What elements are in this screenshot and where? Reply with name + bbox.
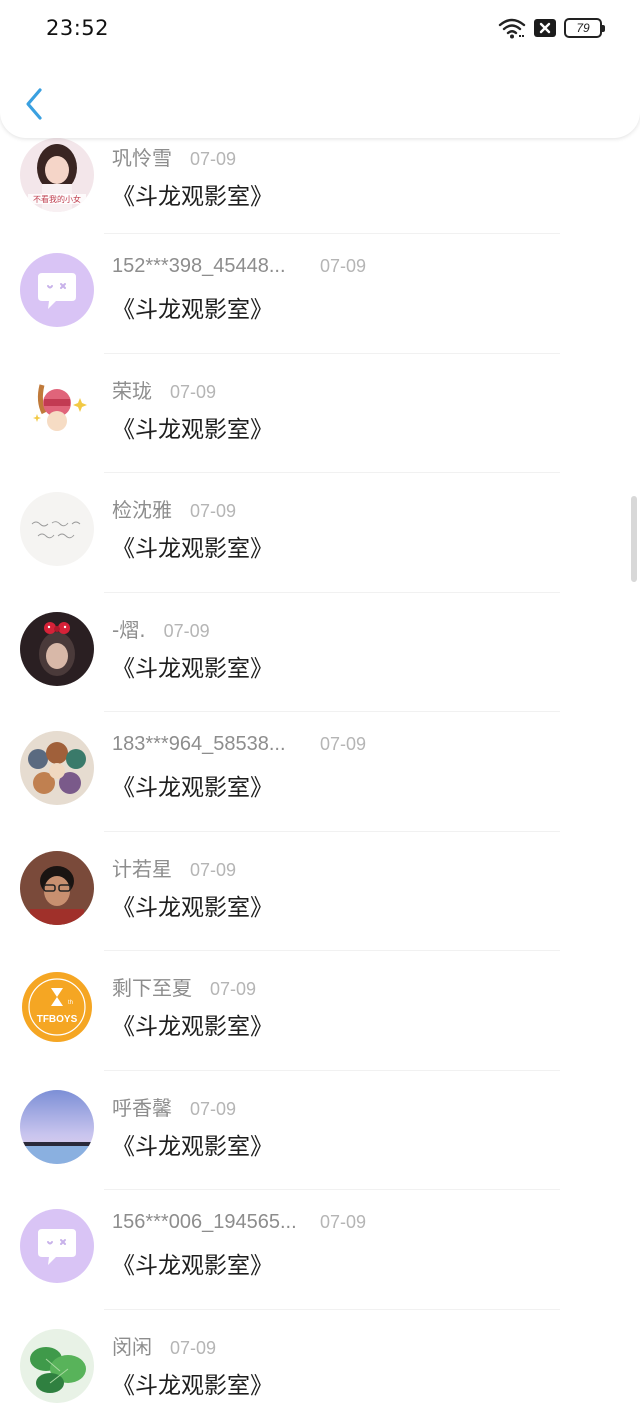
svg-text:TFBOYS: TFBOYS [37,1014,78,1025]
member-name: 计若星 [112,856,172,881]
top-header: 23:52 79 [0,0,640,138]
member-name: -熠. [112,617,146,642]
member-name: 呼香馨 [112,1095,172,1120]
name-row: 荣珑 07-09 [112,375,216,404]
list-item[interactable]: 156***006_194565... 07-09 《斗龙观影室》 [0,1190,640,1310]
name-row: 156***006_194565... 07-09 [112,1211,366,1234]
member-name: 检沈雅 [112,498,172,522]
post-date: 07-09 [170,1337,217,1358]
name-row: 计若星 07-09 [112,853,236,882]
post-date: 07-09 [190,501,237,521]
no-sim-icon [534,19,556,37]
name-row: 剩下至夏 07-09 [112,972,256,1001]
post-title: 《斗龙观影室》 [112,775,273,801]
battery-level: 79 [576,21,590,35]
name-row: 闵闲 07-09 [112,1331,216,1360]
post-date: 07-09 [320,1212,367,1232]
post-title: 《斗龙观影室》 [112,1253,273,1279]
name-row: -熠. 07-09 [112,614,210,643]
status-icons: 79 [498,17,605,39]
post-title: 《斗龙观影室》 [112,1372,273,1399]
post-title: 《斗龙观影室》 [112,297,273,323]
member-name: 183***964_58538... [112,733,286,755]
avatar[interactable] [20,1089,94,1164]
post-title: 《斗龙观影室》 [112,1133,273,1160]
list-item[interactable]: 闵闲 07-09 《斗龙观影室》 [0,1310,640,1422]
member-name: 荣珑 [112,378,152,403]
avatar[interactable]: TFBOYS th [20,970,94,1044]
scrollbar-thumb[interactable] [631,496,637,582]
list-item[interactable]: 呼香馨 07-09 《斗龙观影室》 [0,1071,640,1190]
post-date: 07-09 [320,256,367,276]
name-row: 检沈雅 07-09 [112,494,236,523]
list-item[interactable]: 152***398_45448... 07-09 《斗龙观影室》 [0,234,640,354]
member-name: 巩怜雪 [112,146,172,170]
post-date: 07-09 [170,381,217,402]
member-name: 闵闲 [112,1334,152,1359]
list-item[interactable]: TFBOYS th 剩下至夏 07-09 《斗龙观影室》 [0,951,640,1071]
name-row: 呼香馨 07-09 [112,1092,236,1121]
post-date: 07-09 [210,979,257,999]
post-date: 07-09 [163,620,210,641]
name-row: 巩怜雪 07-09 [112,142,236,171]
member-name: 剩下至夏 [112,976,192,1000]
post-date: 07-09 [320,734,367,754]
post-date: 07-09 [190,859,237,880]
list-item[interactable]: -熠. 07-09 《斗龙观影室》 [0,593,640,712]
status-time: 23:52 [46,16,110,40]
list-item[interactable]: 检沈雅 07-09 《斗龙观影室》 [0,473,640,593]
post-title: 《斗龙观影室》 [112,536,273,562]
avatar[interactable] [20,850,94,925]
wifi-icon [498,18,526,39]
avatar[interactable] [20,492,94,566]
post-title: 《斗龙观影室》 [112,1014,273,1040]
avatar[interactable] [20,1328,94,1403]
post-title: 《斗龙观影室》 [112,416,273,443]
member-name: 152***398_45448... [112,255,286,277]
post-date: 07-09 [190,1098,237,1119]
battery-icon: 79 [564,18,605,38]
name-row: 152***398_45448... 07-09 [112,255,366,278]
list-item[interactable]: 荣珑 07-09 《斗龙观影室》 [0,354,640,473]
member-list: 不看我的小女 巩怜雪 07-09 《斗龙观影室》 152***398_45448… [0,120,640,1422]
default-avatar[interactable] [20,1209,94,1283]
post-title: 《斗龙观影室》 [112,894,273,921]
svg-text:th: th [68,1000,73,1006]
member-name: 156***006_194565... [112,1211,297,1233]
post-date: 07-09 [190,149,237,169]
svg-text:不看我的小女: 不看我的小女 [33,194,81,204]
avatar[interactable] [20,731,94,805]
avatar[interactable]: 不看我的小女 [20,138,94,212]
default-avatar[interactable] [20,253,94,327]
avatar[interactable] [20,611,94,686]
name-row: 183***964_58538... 07-09 [112,733,366,756]
post-title: 《斗龙观影室》 [112,184,273,210]
post-title: 《斗龙观影室》 [112,655,273,682]
list-item[interactable]: 183***964_58538... 07-09 《斗龙观影室》 [0,712,640,832]
avatar[interactable] [20,372,94,447]
back-button[interactable] [20,84,52,124]
list-item[interactable]: 计若星 07-09 《斗龙观影室》 [0,832,640,951]
